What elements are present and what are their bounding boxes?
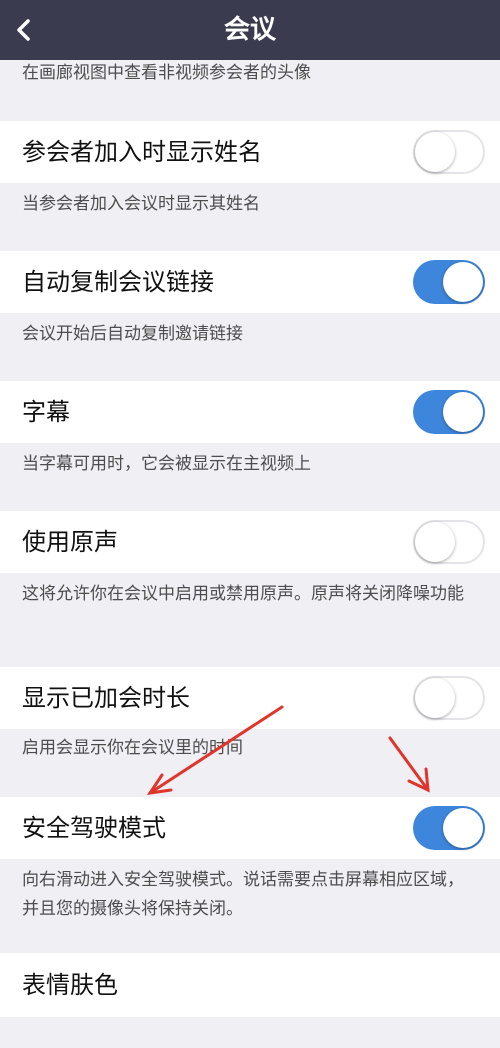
setting-row-subtitles: 字幕 [0, 381, 500, 443]
toggle-knob [443, 262, 483, 302]
setting-row-auto-copy-link: 自动复制会议链接 [0, 251, 500, 313]
toggle-knob [443, 808, 483, 848]
setting-description: 这将允许你在会议中启用或禁用原声。原声将关闭降噪功能 [22, 584, 464, 604]
setting-row-meeting-duration: 显示已加会时长 [0, 667, 500, 729]
setting-description: 当字幕可用时，它会被显示在主视频上 [22, 454, 311, 474]
setting-label: 安全驾驶模式 [22, 814, 166, 842]
setting-label: 使用原声 [22, 528, 118, 556]
toggle-knob [415, 678, 455, 718]
setting-row-original-sound: 使用原声 [0, 511, 500, 573]
setting-label: 显示已加会时长 [22, 684, 190, 712]
setting-description: 向右滑动进入安全驾驶模式。说话需要点击屏幕相应区域，并且您的摄像头将保持关闭。 [22, 870, 464, 919]
setting-row-safe-driving: 安全驾驶模式 [0, 797, 500, 859]
nav-bar: 会议 [0, 0, 500, 60]
toggle-knob [415, 522, 455, 562]
setting-row-emoji-skin-tone[interactable]: 表情肤色 [0, 953, 500, 1017]
page-title: 会议 [223, 15, 276, 45]
setting-description: 会议开始后自动复制邀请链接 [22, 324, 243, 344]
toggle-knob [415, 132, 455, 172]
subtitles-toggle[interactable] [413, 390, 485, 434]
setting-description: 当参会者加入会议时显示其姓名 [22, 194, 260, 214]
original-sound-toggle[interactable] [413, 520, 485, 564]
setting-row-show-name: 参会者加入时显示姓名 [0, 121, 500, 183]
setting-label: 自动复制会议链接 [22, 268, 214, 296]
setting-label: 参会者加入时显示姓名 [22, 138, 262, 166]
setting-label: 字幕 [22, 398, 70, 426]
toggle-knob [443, 392, 483, 432]
show-name-toggle[interactable] [413, 130, 485, 174]
setting-label: 表情肤色 [22, 971, 118, 999]
meeting-duration-toggle[interactable] [413, 676, 485, 720]
setting-description: 在画廊视图中查看非视频参会者的头像 [22, 63, 311, 83]
setting-description: 启用会显示你在会议里的时间 [22, 738, 243, 758]
safe-driving-toggle[interactable] [413, 806, 485, 850]
auto-copy-link-toggle[interactable] [413, 260, 485, 304]
